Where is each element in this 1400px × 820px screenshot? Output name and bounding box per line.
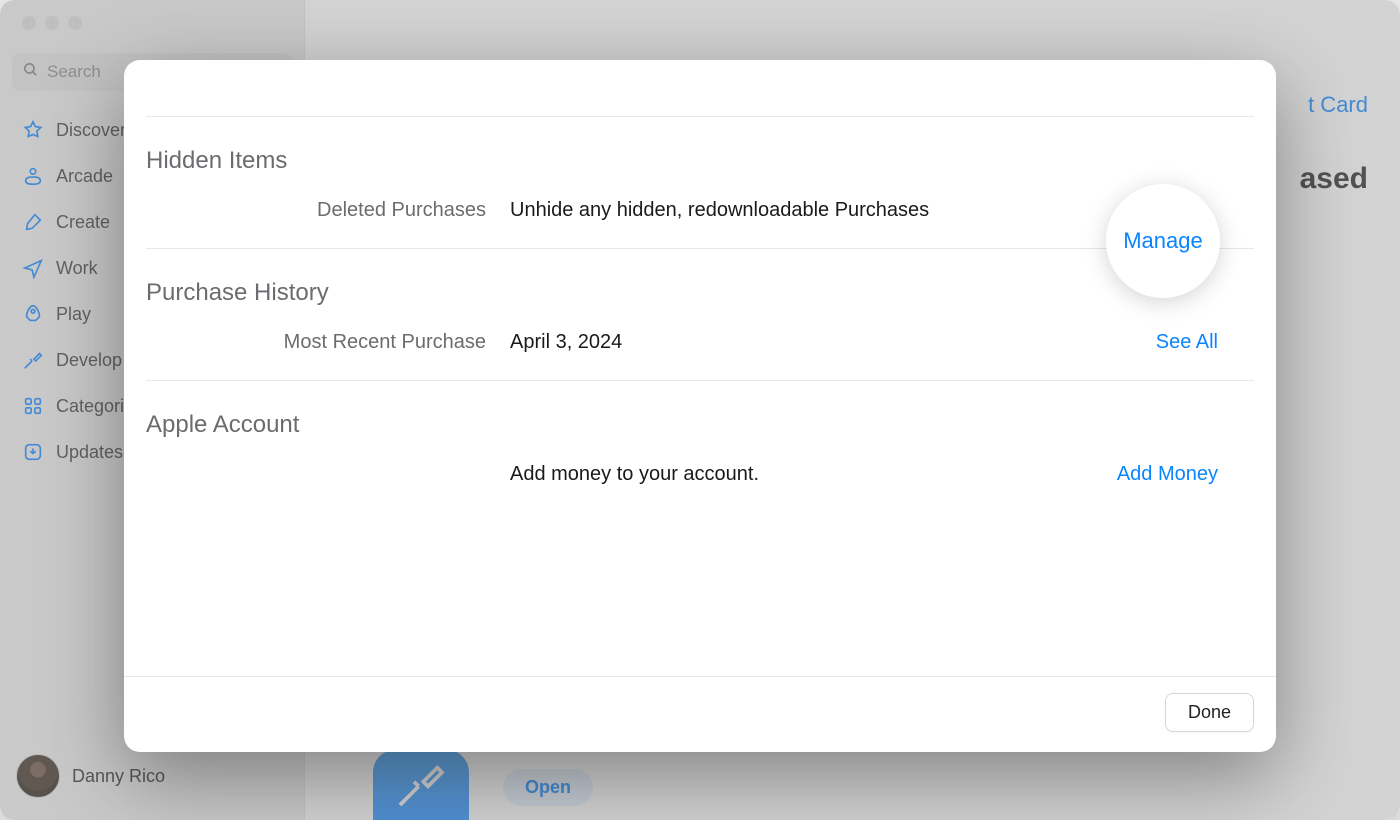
grid-icon xyxy=(22,395,44,417)
done-button[interactable]: Done xyxy=(1165,693,1254,732)
row-add-money: Add money to your account. Add Money xyxy=(146,463,1254,486)
download-icon xyxy=(22,441,44,463)
hammer-icon xyxy=(22,349,44,371)
zoom-dot[interactable] xyxy=(68,16,82,30)
row-value: Unhide any hidden, redownloadable Purcha… xyxy=(510,199,1122,222)
sheet-footer: Done xyxy=(124,676,1276,752)
section-apple-account: Apple Account Add money to your account.… xyxy=(146,381,1254,512)
minimize-dot[interactable] xyxy=(45,16,59,30)
rocket-icon xyxy=(22,303,44,325)
account-row[interactable]: Danny Rico xyxy=(0,740,304,820)
purchased-heading-fragment: ased xyxy=(1300,162,1368,196)
sidebar-item-label: Create xyxy=(56,212,110,233)
section-purchase-history: Purchase History Most Recent Purchase Ap… xyxy=(146,249,1254,381)
section-hidden-items: Hidden Items Deleted Purchases Unhide an… xyxy=(146,117,1254,249)
app-tile[interactable] xyxy=(373,750,469,820)
hammer-app-icon xyxy=(393,756,449,812)
window-controls xyxy=(0,0,304,45)
sidebar-item-label: Arcade xyxy=(56,166,113,187)
manage-link[interactable]: Manage xyxy=(1123,228,1203,254)
sidebar-item-label: Discover xyxy=(56,120,126,141)
section-title: Purchase History xyxy=(146,279,1254,307)
search-icon xyxy=(22,61,39,83)
section-title: Apple Account xyxy=(146,411,1254,439)
row-deleted-purchases: Deleted Purchases Unhide any hidden, red… xyxy=(146,199,1254,222)
redeem-link-fragment[interactable]: t Card xyxy=(1308,92,1368,118)
account-settings-sheet: Hidden Items Deleted Purchases Unhide an… xyxy=(124,60,1276,752)
avatar xyxy=(16,754,60,798)
send-icon xyxy=(22,257,44,279)
row-value: April 3, 2024 xyxy=(510,331,1132,354)
row-label: Most Recent Purchase xyxy=(146,331,486,354)
sidebar-item-label: Updates xyxy=(56,442,123,463)
row-label: Deleted Purchases xyxy=(146,199,486,222)
app-store-window: Discover Arcade Create Work Play Develop xyxy=(0,0,1400,820)
row-most-recent: Most Recent Purchase April 3, 2024 See A… xyxy=(146,331,1254,354)
sidebar-item-label: Develop xyxy=(56,350,122,371)
row-value: Add money to your account. xyxy=(510,463,1093,486)
close-dot[interactable] xyxy=(22,16,36,30)
add-money-link[interactable]: Add Money xyxy=(1117,463,1254,486)
sidebar-item-label: Work xyxy=(56,258,98,279)
star-icon xyxy=(22,119,44,141)
section-title: Hidden Items xyxy=(146,147,1254,175)
open-button[interactable]: Open xyxy=(503,769,593,806)
sidebar-item-label: Play xyxy=(56,304,91,325)
arcade-icon xyxy=(22,165,44,187)
brush-icon xyxy=(22,211,44,233)
user-name: Danny Rico xyxy=(72,766,165,787)
see-all-link[interactable]: See All xyxy=(1156,331,1254,354)
